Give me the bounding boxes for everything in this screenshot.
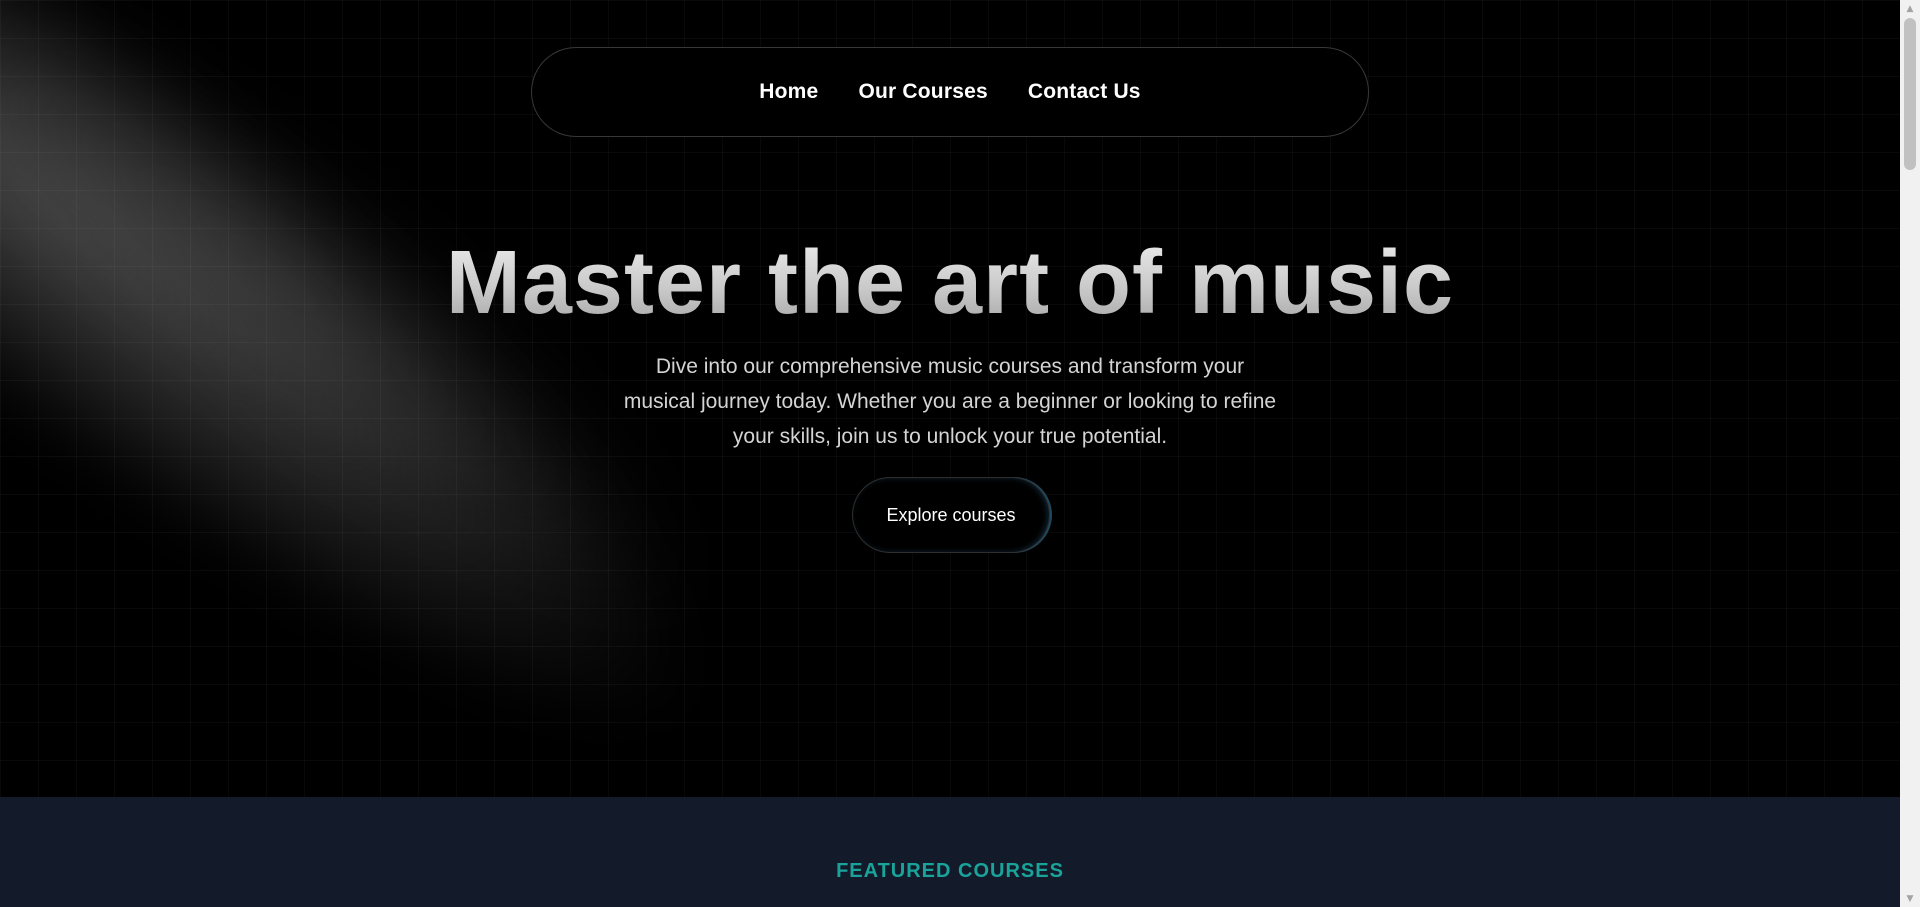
nav-link-home[interactable]: Home: [759, 80, 818, 104]
nav-link-our-courses[interactable]: Our Courses: [858, 80, 987, 104]
vertical-scrollbar[interactable]: ▲ ▼: [1900, 0, 1920, 907]
hero-subtitle: Dive into our comprehensive music course…: [623, 355, 1277, 448]
scroll-down-arrow-icon[interactable]: ▼: [1900, 890, 1920, 907]
featured-courses-section: FEATURED COURSES: [0, 797, 1900, 907]
scroll-up-arrow-icon[interactable]: ▲: [1900, 0, 1920, 17]
hero-title: Master the art of music: [0, 228, 1900, 338]
explore-courses-button[interactable]: Explore courses: [852, 477, 1050, 553]
top-navbar: Home Our Courses Contact Us: [531, 47, 1369, 137]
page-viewport: Home Our Courses Contact Us Master the a…: [0, 0, 1900, 907]
hero-section: Home Our Courses Contact Us Master the a…: [0, 0, 1900, 797]
featured-courses-heading: FEATURED COURSES: [836, 860, 1064, 882]
nav-link-contact-us[interactable]: Contact Us: [1028, 80, 1141, 104]
scrollbar-thumb[interactable]: [1904, 18, 1916, 170]
